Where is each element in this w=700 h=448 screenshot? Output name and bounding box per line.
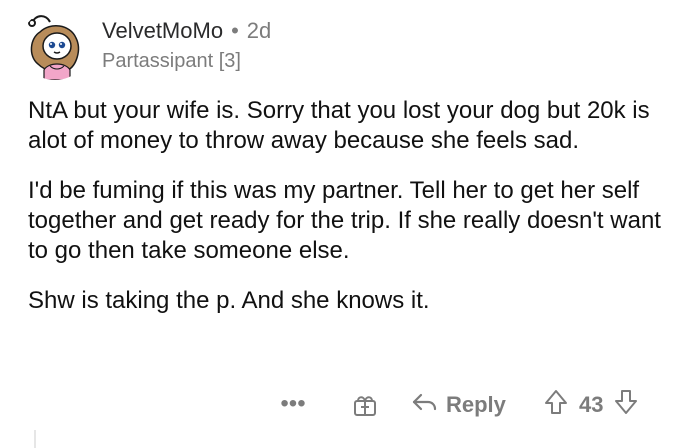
meta-separator: •: [231, 18, 239, 43]
comment-paragraph: Shw is taking the p. And she knows it.: [28, 287, 430, 314]
comment-paragraph: NtA but your wife is. Sorry that you los…: [28, 97, 650, 154]
comment-body: NtA but your wife is. Sorry that you los…: [28, 96, 678, 316]
comment-age: 2d: [246, 18, 272, 43]
reply-button[interactable]: Reply: [410, 390, 506, 420]
more-options-icon[interactable]: •••: [278, 390, 308, 418]
avatar[interactable]: [20, 10, 90, 80]
comment-meta: VelvetMoMo • 2d Partassipant [3]: [102, 17, 271, 73]
downvote-arrow-icon[interactable]: [613, 388, 639, 422]
gift-award-icon[interactable]: [352, 392, 378, 418]
comment: VelvetMoMo • 2d Partassipant [3] NtA but…: [0, 0, 700, 448]
reply-arrow-icon: [410, 391, 446, 419]
comment-actions: ••• Reply 43: [0, 388, 700, 428]
user-flair: Partassipant [3]: [102, 50, 241, 72]
reply-label: Reply: [446, 392, 506, 417]
vote-controls: 43: [543, 390, 639, 420]
thread-line: [34, 430, 36, 448]
comment-paragraph: I'd be fuming if this was my partner. Te…: [28, 177, 661, 264]
comment-header: VelvetMoMo • 2d Partassipant [3]: [20, 10, 271, 80]
username[interactable]: VelvetMoMo: [102, 17, 223, 45]
meta-row: VelvetMoMo • 2d: [102, 17, 271, 45]
avatar-icon: [20, 10, 90, 80]
upvote-arrow-icon[interactable]: [543, 388, 569, 422]
vote-score: 43: [579, 392, 604, 417]
